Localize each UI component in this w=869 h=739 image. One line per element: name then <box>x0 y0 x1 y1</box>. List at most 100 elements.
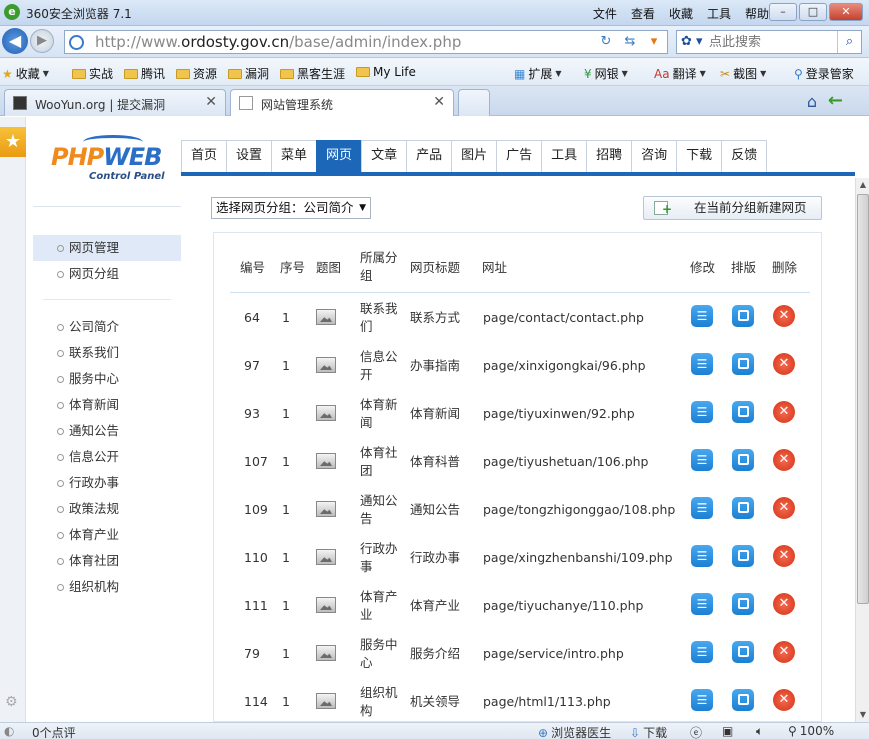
tab-images[interactable]: 图片 <box>451 140 498 172</box>
download-button[interactable]: ⇩ 下载 <box>630 724 667 739</box>
nav-group-item[interactable]: 组织机构 <box>33 574 181 600</box>
layout-icon[interactable] <box>732 545 754 567</box>
new-tab-button[interactable] <box>458 89 490 116</box>
bookmark-folder-vulns[interactable]: 漏洞 <box>228 65 269 82</box>
menu-tools[interactable]: 工具 <box>707 5 731 22</box>
undo-close-icon[interactable]: ← <box>828 90 843 111</box>
zoom-control[interactable]: ⚲ 100% <box>788 724 834 738</box>
edit-icon[interactable]: ☰ <box>691 305 713 327</box>
search-input[interactable] <box>709 33 829 51</box>
layout-icon[interactable] <box>732 353 754 375</box>
tab-settings[interactable]: 设置 <box>226 140 273 172</box>
delete-icon[interactable]: ✕ <box>773 401 795 423</box>
image-placeholder-icon[interactable] <box>316 549 336 565</box>
edit-icon[interactable]: ☰ <box>691 689 713 711</box>
page-group-select[interactable]: 选择网页分组：公司简介 ▼ <box>211 197 371 219</box>
tab-downloads[interactable]: 下载 <box>676 140 723 172</box>
delete-icon[interactable]: ✕ <box>773 497 795 519</box>
image-placeholder-icon[interactable] <box>316 597 336 613</box>
tab-pages[interactable]: 网页 <box>316 140 363 172</box>
scroll-down-icon[interactable]: ▼ <box>856 708 869 722</box>
edit-icon[interactable]: ☰ <box>691 545 713 567</box>
tab-wooyun[interactable]: WooYun.org | 提交漏洞 ✕ <box>4 89 226 116</box>
login-manager-button[interactable]: ⚲ 登录管家 <box>794 65 854 82</box>
tab-jobs[interactable]: 招聘 <box>586 140 633 172</box>
menu-view[interactable]: 查看 <box>631 5 655 22</box>
search-icon[interactable]: ⌕ <box>837 31 861 53</box>
close-window-button[interactable]: ✕ <box>829 3 863 21</box>
nav-group-item[interactable]: 体育社团 <box>33 548 181 574</box>
image-placeholder-icon[interactable] <box>316 357 336 373</box>
image-placeholder-icon[interactable] <box>316 693 336 709</box>
url-dropdown-icon[interactable]: ▾ <box>643 31 665 53</box>
edit-icon[interactable]: ☰ <box>691 497 713 519</box>
tab-ads[interactable]: 广告 <box>496 140 543 172</box>
browser-doctor-button[interactable]: ⊕ 浏览器医生 <box>538 724 611 739</box>
bookmark-folder-resources[interactable]: 资源 <box>176 65 217 82</box>
nav-group-item[interactable]: 联系我们 <box>33 340 181 366</box>
nav-group-item[interactable]: 体育新闻 <box>33 392 181 418</box>
translate-button[interactable]: Aa 翻译 ▼ <box>654 65 706 82</box>
url-field[interactable]: http://www.ordosty.gov.cn/base/admin/ind… <box>64 30 668 54</box>
image-placeholder-icon[interactable] <box>316 309 336 325</box>
tab-inquiry[interactable]: 咨询 <box>631 140 678 172</box>
window-icon[interactable]: ▣ <box>722 724 733 738</box>
ie-mode-icon[interactable]: ⓔ <box>690 724 702 739</box>
nav-group-item[interactable]: 服务中心 <box>33 366 181 392</box>
image-placeholder-icon[interactable] <box>316 645 336 661</box>
delete-icon[interactable]: ✕ <box>773 545 795 567</box>
scroll-up-icon[interactable]: ▲ <box>856 178 869 192</box>
delete-icon[interactable]: ✕ <box>773 689 795 711</box>
close-tab-icon[interactable]: ✕ <box>205 94 217 110</box>
extensions-button[interactable]: ▦ 扩展 ▼ <box>514 65 562 82</box>
edit-icon[interactable]: ☰ <box>691 353 713 375</box>
home-icon[interactable]: ⌂ <box>807 92 817 111</box>
edit-icon[interactable]: ☰ <box>691 449 713 471</box>
screenshot-button[interactable]: ✂ 截图 ▼ <box>720 65 766 82</box>
nav-group-item[interactable]: 政策法规 <box>33 496 181 522</box>
bookmark-folder-shizhan[interactable]: 实战 <box>72 65 113 82</box>
url-text[interactable]: http://www.ordosty.gov.cn/base/admin/ind… <box>95 33 461 51</box>
image-placeholder-icon[interactable] <box>316 405 336 421</box>
layout-icon[interactable] <box>732 497 754 519</box>
nav-group-item[interactable]: 公司简介 <box>33 314 181 340</box>
scroll-thumb[interactable] <box>857 194 869 604</box>
maximize-button[interactable]: □ <box>799 3 827 21</box>
comments-count[interactable]: 0个点评 <box>32 724 76 739</box>
gear-icon[interactable]: ⚙ <box>5 694 18 710</box>
bookmark-folder-mylife[interactable]: My Life <box>356 65 416 79</box>
page-scrollbar[interactable]: ▲ ▼ <box>855 178 869 722</box>
nav-group-item[interactable]: 体育产业 <box>33 522 181 548</box>
menu-file[interactable]: 文件 <box>593 5 617 22</box>
favorites-star-icon[interactable]: ★ <box>0 127 26 157</box>
tab-tools[interactable]: 工具 <box>541 140 588 172</box>
online-bank-button[interactable]: ¥ 网银 ▼ <box>584 65 628 82</box>
sound-icon[interactable]: 🔈︎ <box>756 724 763 739</box>
bookmark-folder-hacker[interactable]: 黑客生涯 <box>280 65 345 82</box>
image-placeholder-icon[interactable] <box>316 453 336 469</box>
close-tab-icon[interactable]: ✕ <box>433 94 445 110</box>
edit-icon[interactable]: ☰ <box>691 641 713 663</box>
tab-menu[interactable]: 菜单 <box>271 140 318 172</box>
layout-icon[interactable] <box>732 593 754 615</box>
delete-icon[interactable]: ✕ <box>773 449 795 471</box>
layout-icon[interactable] <box>732 689 754 711</box>
edit-icon[interactable]: ☰ <box>691 593 713 615</box>
layout-icon[interactable] <box>732 449 754 471</box>
tab-products[interactable]: 产品 <box>406 140 453 172</box>
nav-page-management[interactable]: 网页管理 <box>33 235 181 261</box>
tab-site-admin[interactable]: 网站管理系统 ✕ <box>230 89 454 116</box>
delete-icon[interactable]: ✕ <box>773 593 795 615</box>
minimize-button[interactable]: – <box>769 3 797 21</box>
layout-icon[interactable] <box>732 401 754 423</box>
nav-group-item[interactable]: 行政办事 <box>33 470 181 496</box>
menu-help[interactable]: 帮助 <box>745 5 769 22</box>
nav-group-item[interactable]: 通知公告 <box>33 418 181 444</box>
edit-icon[interactable]: ☰ <box>691 401 713 423</box>
tab-home[interactable]: 首页 <box>181 140 228 172</box>
nav-page-groups[interactable]: 网页分组 <box>33 261 181 287</box>
tab-feedback[interactable]: 反馈 <box>721 140 768 172</box>
layout-icon[interactable] <box>732 641 754 663</box>
bookmark-favorites[interactable]: ★ 收藏 ▼ <box>2 65 49 82</box>
nav-group-item[interactable]: 信息公开 <box>33 444 181 470</box>
